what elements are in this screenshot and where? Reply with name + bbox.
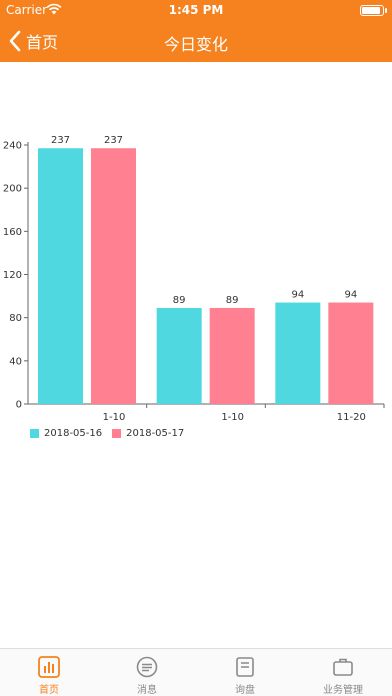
y-tick-label: 0 [16,400,22,411]
bar-value-label: 237 [51,135,70,146]
y-tick-label: 160 [3,227,22,238]
legend-swatch-series1 [30,429,39,438]
legend-swatch-series2 [112,429,122,438]
nav-bar: 首页 今日变化 [0,22,392,62]
legend-item-series2: 2018-05-17 [112,428,184,439]
bar [156,307,202,404]
tab-label-messages: 消息 [137,685,157,696]
tab-messages[interactable]: 消息 [98,649,196,696]
business-icon [333,658,353,676]
bar-value-label: 89 [226,295,239,306]
clock: 1:45 PM [168,3,224,17]
tab-label-home: 首页 [39,685,59,696]
message-icon [136,656,158,678]
tab-inquiry[interactable]: 询盘 [196,649,294,696]
x-tick-label: 1-10 [103,412,126,422]
bar [275,302,321,404]
x-tick-label: 11-20 [337,412,366,422]
page-title: 今日变化 [163,35,228,54]
x-tick-label: 1-10 [221,412,244,422]
bar-chart: 0 40 80 120 160 200 240 237 237 1-10 89 89 1-10 94 94 1… [0,62,392,642]
legend-label-series1: 2018-05-16 [44,428,103,439]
tab-label-business: 业务管理 [323,685,363,696]
legend-item-series1: 2018-05-16 [30,428,102,439]
top-bar: Carrier 1:45 PM 首页 今日变化 [0,0,392,62]
bar-value-label: 237 [104,135,123,146]
y-tick-label: 120 [3,270,22,281]
tab-business[interactable]: 业务管理 [294,649,392,696]
tab-home[interactable]: 首页 [0,649,98,696]
y-tick-label: 40 [9,356,22,367]
y-tick-label: 200 [3,184,22,195]
inquiry-icon [236,657,254,677]
bar-value-label: 89 [173,295,186,306]
y-tick-label: 240 [3,141,22,152]
bar [209,307,255,404]
bar [38,148,83,404]
bar-value-label: 94 [344,290,357,301]
chart-canvas: 0 40 80 120 160 200 240 237 237 1-10 89 89 1-10 94 94 1… [3,135,385,422]
status-bar: Carrier 1:45 PM [0,0,392,20]
bar-value-label: 94 [291,290,304,301]
chart-legend: 2018-05-16 2018-05-17 [30,428,194,439]
bar [91,148,136,404]
battery-icon [360,5,387,16]
tab-label-inquiry: 询盘 [235,685,255,696]
tab-bar: 首页 消息 询盘 业务管理 [0,648,392,696]
y-tick-label: 80 [9,313,22,324]
chart-icon [38,656,60,678]
legend-label-series2: 2018-05-17 [126,428,185,439]
bar [328,302,374,404]
